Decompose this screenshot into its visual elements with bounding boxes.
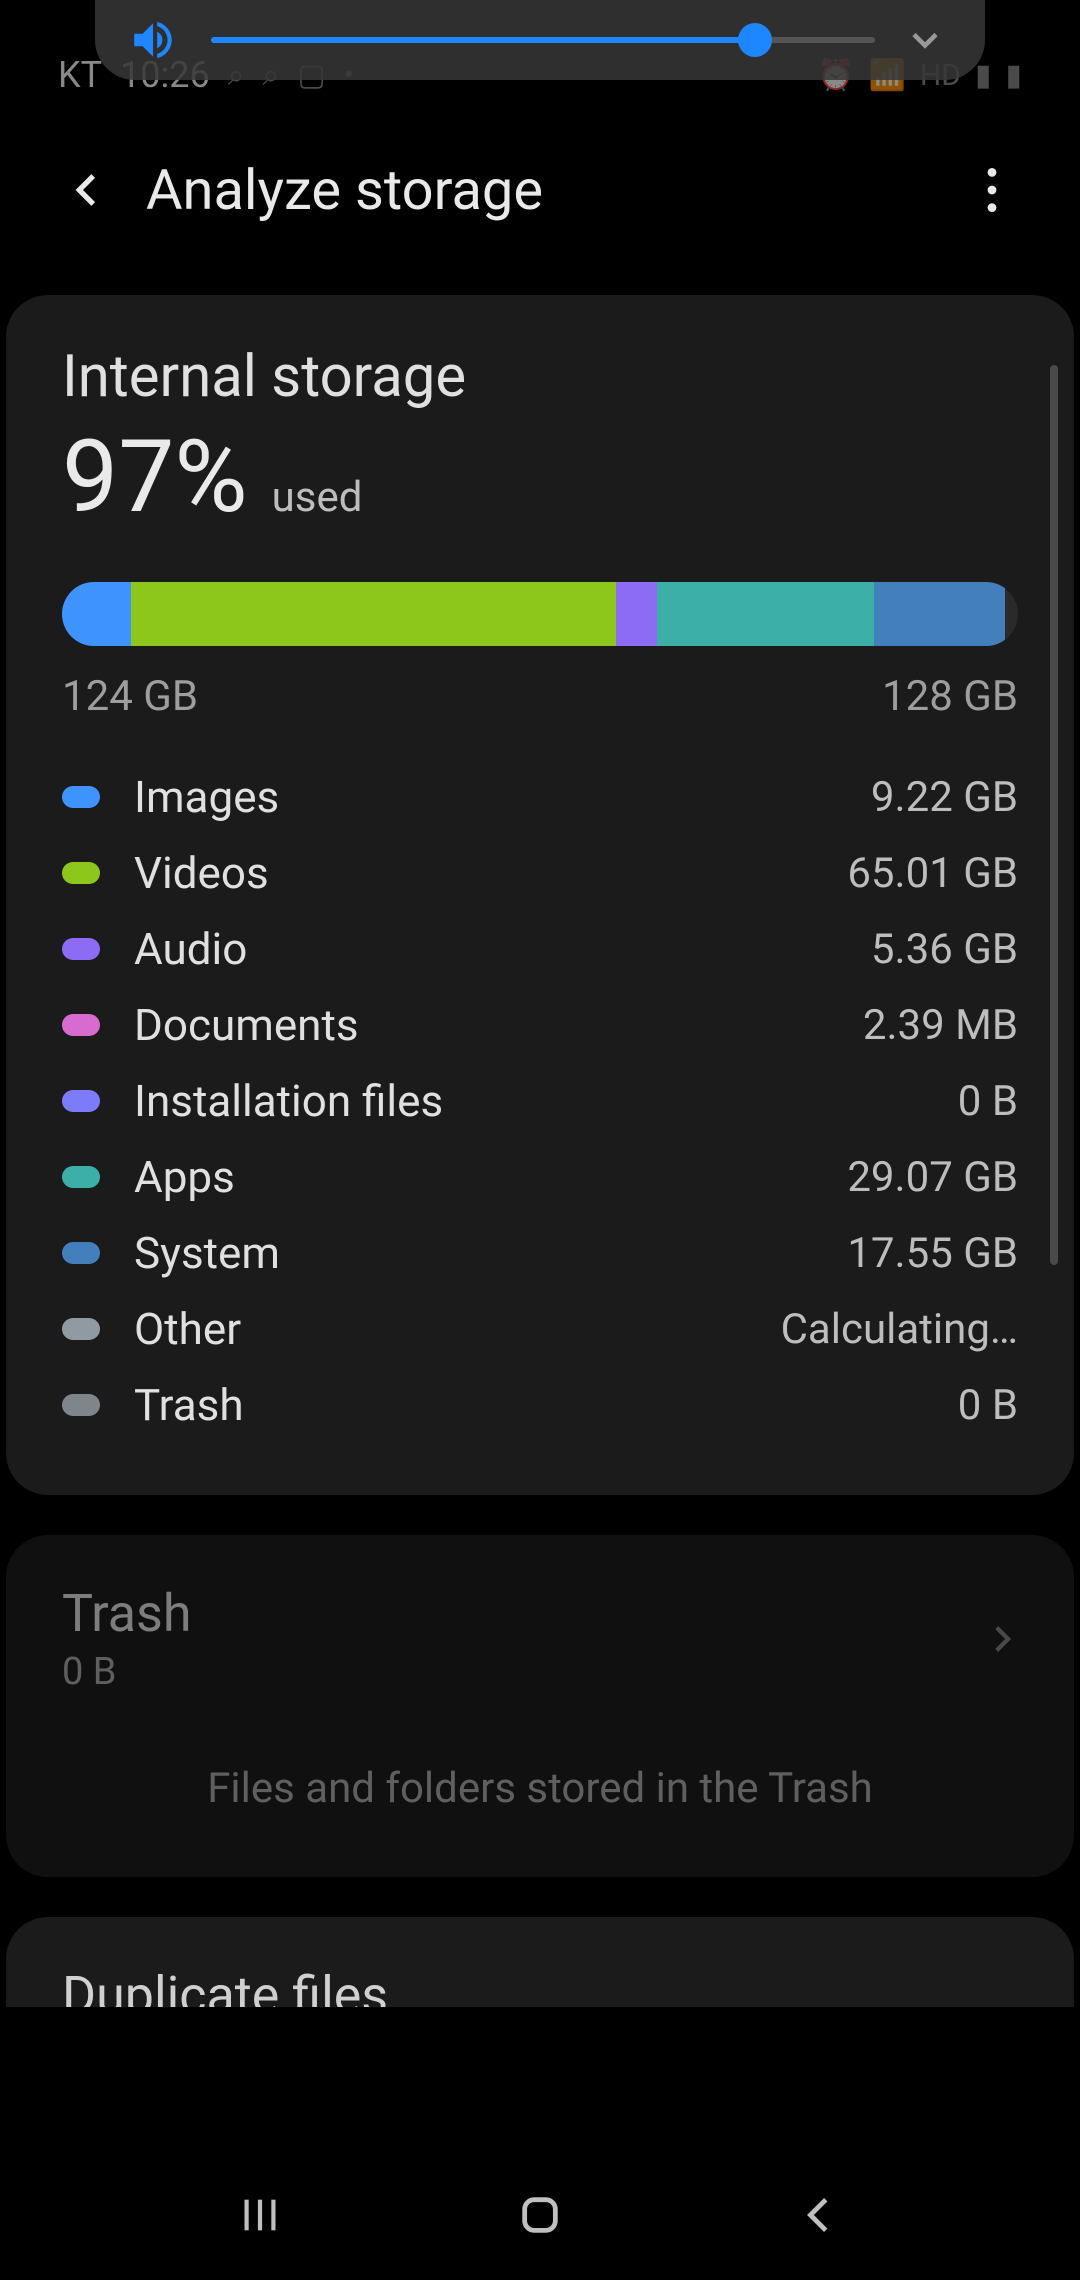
legend-row-videos[interactable]: Videos65.01 GB [62, 847, 1018, 899]
usage-segment-audio [616, 582, 656, 646]
storage-title: Internal storage [62, 343, 1018, 411]
next-card-peek[interactable]: Duplicate files [6, 1917, 1074, 2007]
legend-row-system[interactable]: System17.55 GB [62, 1227, 1018, 1279]
usage-segment-system [874, 582, 1005, 646]
legend-size: Calculating… [781, 1305, 1018, 1354]
legend-row-audio[interactable]: Audio5.36 GB [62, 923, 1018, 975]
legend-size: 5.36 GB [871, 925, 1018, 974]
trash-description: Files and folders stored in the Trash [62, 1764, 1018, 1813]
legend-row-other[interactable]: OtherCalculating… [62, 1303, 1018, 1355]
total-amount: 128 GB [882, 672, 1018, 721]
legend-dot-icon [62, 1090, 100, 1112]
nav-back-button[interactable] [780, 2175, 860, 2255]
legend-row-apps[interactable]: Apps29.07 GB [62, 1151, 1018, 1203]
legend-dot-icon [62, 1166, 100, 1188]
chevron-down-icon[interactable] [903, 18, 947, 62]
legend-size: 9.22 GB [871, 773, 1018, 822]
legend-row-images[interactable]: Images9.22 GB [62, 771, 1018, 823]
legend-size: 0 B [958, 1077, 1018, 1126]
legend-dot-icon [62, 938, 100, 960]
more-options-button[interactable] [962, 160, 1022, 220]
legend-dot-icon [62, 1014, 100, 1036]
chevron-right-icon [984, 1622, 1018, 1656]
legend-label: Documents [134, 999, 863, 1051]
legend-label: System [134, 1227, 847, 1279]
legend-label: Installation files [134, 1075, 958, 1127]
volume-fill [211, 37, 755, 43]
legend-dot-icon [62, 862, 100, 884]
battery-icon: ▮ [1005, 58, 1022, 93]
volume-slider[interactable] [211, 37, 875, 43]
category-legend: Images9.22 GBVideos65.01 GBAudio5.36 GBD… [62, 771, 1018, 1431]
trash-size: 0 B [62, 1650, 984, 1694]
internal-storage-card: Internal storage 97% used 124 GB 128 GB … [6, 295, 1074, 1495]
legend-label: Other [134, 1303, 781, 1355]
usage-segment-images [62, 582, 131, 646]
carrier-label: KT [58, 54, 102, 96]
navigation-bar [0, 2150, 1080, 2280]
legend-label: Trash [134, 1379, 958, 1431]
usage-segment-videos [131, 582, 617, 646]
volume-icon [123, 10, 183, 70]
percent-row: 97% used [62, 419, 1018, 536]
content-area: Internal storage 97% used 124 GB 128 GB … [0, 295, 1080, 2150]
legend-label: Images [134, 771, 871, 823]
legend-label: Videos [134, 847, 847, 899]
legend-label: Apps [134, 1151, 847, 1203]
usage-bar [62, 582, 1018, 646]
trash-title: Trash [62, 1583, 984, 1644]
peek-title: Duplicate files [62, 1965, 1018, 2007]
app-bar: Analyze storage [0, 125, 1080, 255]
page-title: Analyze storage [146, 157, 962, 223]
scroll-indicator[interactable] [1050, 365, 1058, 1265]
legend-size: 65.01 GB [847, 849, 1018, 898]
legend-row-documents[interactable]: Documents2.39 MB [62, 999, 1018, 1051]
legend-size: 0 B [958, 1381, 1018, 1430]
legend-row-trash[interactable]: Trash0 B [62, 1379, 1018, 1431]
used-amount: 124 GB [62, 672, 198, 721]
back-button[interactable] [58, 160, 118, 220]
legend-dot-icon [62, 1318, 100, 1340]
volume-thumb[interactable] [738, 23, 772, 57]
legend-size: 17.55 GB [847, 1229, 1018, 1278]
home-button[interactable] [500, 2175, 580, 2255]
volume-overlay [95, 0, 985, 80]
legend-dot-icon [62, 786, 100, 808]
legend-label: Audio [134, 923, 871, 975]
legend-dot-icon [62, 1242, 100, 1264]
legend-row-install[interactable]: Installation files0 B [62, 1075, 1018, 1127]
percent-value: 97% [62, 419, 248, 536]
bar-caption: 124 GB 128 GB [62, 672, 1018, 721]
legend-size: 2.39 MB [863, 1001, 1018, 1050]
legend-size: 29.07 GB [847, 1153, 1018, 1202]
trash-card[interactable]: Trash 0 B Files and folders stored in th… [6, 1535, 1074, 1877]
recents-button[interactable] [220, 2175, 300, 2255]
percent-label: used [272, 473, 363, 522]
usage-segment-apps [657, 582, 874, 646]
legend-dot-icon [62, 1394, 100, 1416]
